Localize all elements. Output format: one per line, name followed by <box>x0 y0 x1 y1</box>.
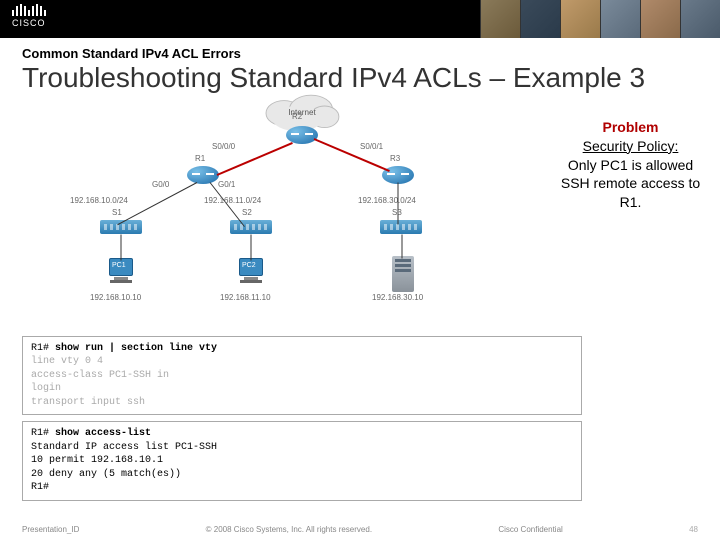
label-s3: S3 <box>392 208 402 217</box>
cisco-logo: CISCO <box>12 4 46 28</box>
label-g01: G0/1 <box>218 180 235 189</box>
router-r1 <box>187 166 219 184</box>
label-net11: 192.168.11.0/24 <box>204 196 261 205</box>
header-people-strip <box>480 0 720 38</box>
label-g00: G0/0 <box>152 180 169 189</box>
problem-policy-text: Only PC1 is allowed SSH remote access to… <box>553 156 708 213</box>
label-r2: R2 <box>292 112 302 121</box>
footer-confidential: Cisco Confidential <box>498 525 562 534</box>
label-net10: 192.168.10.0/24 <box>70 196 128 205</box>
network-diagram: Internet <box>82 98 512 328</box>
switch-s2 <box>230 220 272 234</box>
label-s000: S0/0/0 <box>212 142 235 151</box>
footer-copyright: © 2008 Cisco Systems, Inc. All rights re… <box>206 525 372 534</box>
problem-policy-label: Security Policy: <box>583 138 679 154</box>
label-s2: S2 <box>242 208 252 217</box>
slide-title: Troubleshooting Standard IPv4 ACLs – Exa… <box>22 63 698 94</box>
label-net30: 192.168.30.0/24 <box>358 196 416 205</box>
label-ip-srv: 192.168.30.10 <box>372 293 423 302</box>
label-s001: S0/0/1 <box>360 142 383 151</box>
header-bar: CISCO <box>0 0 720 38</box>
server <box>392 256 414 292</box>
problem-panel: Problem Security Policy: Only PC1 is all… <box>553 118 708 212</box>
switch-s3 <box>380 220 422 234</box>
label-ip-pc1: 192.168.10.10 <box>90 293 141 302</box>
terminal-area: R1# show run | section line vty line vty… <box>22 336 582 507</box>
terminal-box-2: R1# show access-list Standard IP access … <box>22 421 582 501</box>
label-pc1: PC1 <box>112 262 126 269</box>
label-ip-pc2: 192.168.11.10 <box>220 293 271 302</box>
terminal-box-1: R1# show run | section line vty line vty… <box>22 336 582 416</box>
footer-page: 48 <box>689 525 698 534</box>
problem-header: Problem <box>553 118 708 137</box>
router-r2 <box>286 126 318 144</box>
slide-footer: Presentation_ID © 2008 Cisco Systems, In… <box>22 525 698 534</box>
label-r3: R3 <box>390 154 400 163</box>
slide-kicker: Common Standard IPv4 ACL Errors <box>22 46 698 61</box>
label-r1: R1 <box>195 154 205 163</box>
footer-id: Presentation_ID <box>22 525 79 534</box>
label-s1: S1 <box>112 208 122 217</box>
label-pc2: PC2 <box>242 262 256 269</box>
